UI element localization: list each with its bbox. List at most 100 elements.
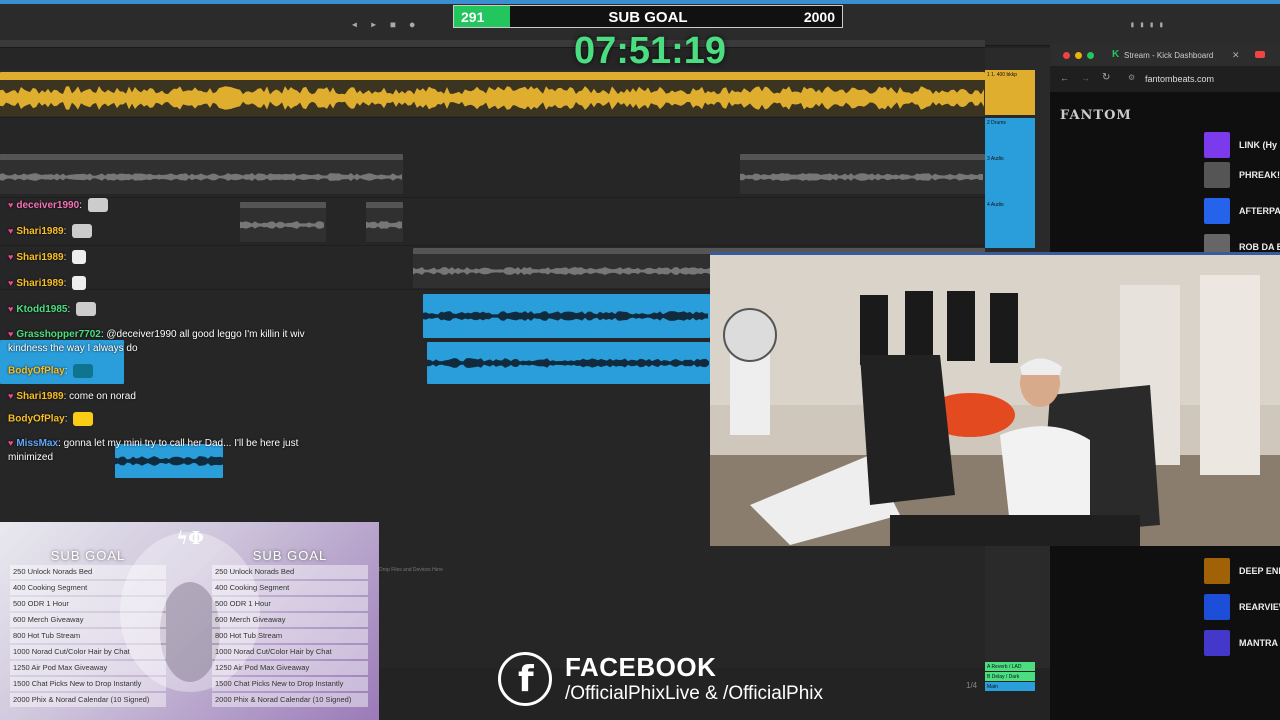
audio-clip-grey[interactable]: [740, 154, 985, 194]
browser-tab-bar: K Stream - Kick Dashboard ✕: [1050, 44, 1280, 66]
close-window-icon[interactable]: [1063, 52, 1070, 59]
artist-thumbnail: [1204, 558, 1230, 584]
heart-icon: ♥: [8, 391, 14, 401]
facebook-icon: f: [498, 652, 552, 706]
goal-item: 2000 Phix & Norad Calendar (10 Signed): [10, 693, 166, 707]
artist-item[interactable]: AFTERPA: [1204, 198, 1280, 224]
emote-icon: [72, 224, 93, 239]
page-indicator: 1/4: [966, 681, 978, 690]
close-tab-icon[interactable]: ✕: [1232, 50, 1240, 61]
arrangement-ruler[interactable]: [0, 40, 985, 48]
track-name: B Delay / Dark: [987, 674, 1020, 680]
artist-name: MANTRA: [1239, 638, 1278, 648]
chat-username: BodyOfPlay: [8, 365, 65, 377]
webcam-image: [710, 255, 1280, 546]
emote-icon: [72, 250, 87, 265]
sub-goal-target: 2000: [803, 9, 835, 25]
transport-controls[interactable]: ◀ ▶ ■ ●: [352, 20, 415, 29]
artist-name: REARVIEW: [1239, 602, 1280, 612]
facebook-banner: f FACEBOOK /OfficialPhixLive & /Official…: [498, 652, 898, 712]
stream-timer: 07:51:19: [573, 30, 727, 72]
chat-username: Shari1989: [16, 278, 64, 289]
audio-clip-main[interactable]: [0, 72, 985, 116]
heart-icon: ♥: [8, 226, 14, 236]
artist-item[interactable]: PHREAK!: [1204, 162, 1280, 188]
track-header-3[interactable]: 3 Audio: [985, 154, 1035, 200]
artist-name: PHREAK!: [1239, 170, 1280, 180]
sub-goal-bar: 291 SUB GOAL 2000: [453, 5, 843, 28]
artist-thumbnail: [1204, 630, 1230, 656]
chat-message: ♥ Shari1989:: [8, 276, 87, 291]
goal-item: 500 ODR 1 Hour: [212, 597, 368, 611]
address-bar[interactable]: ← → ↻ ⚙ fantombeats.com: [1050, 66, 1280, 92]
track-header-2[interactable]: 2 Drums: [985, 118, 1035, 154]
chat-username: Grasshopper7702: [16, 329, 101, 340]
facebook-handles: /OfficialPhixLive & /OfficialPhix: [565, 683, 824, 704]
track-header-1[interactable]: 1 1. 400 bkkp: [985, 70, 1035, 115]
site-info-icon[interactable]: ⚙: [1128, 73, 1135, 82]
return-track-b[interactable]: B Delay / Dark: [985, 672, 1035, 681]
audio-clip-grey[interactable]: [240, 202, 326, 242]
audio-clip-blue[interactable]: [423, 294, 710, 338]
track-lane-2[interactable]: [0, 154, 985, 198]
chat-username: Shari1989: [16, 391, 64, 402]
track-lane-1[interactable]: [0, 70, 985, 118]
stream-overlay: ◀ ▶ ■ ● ▮ ▮ ▮ ▮ Drop Files and Devices H…: [0, 0, 1280, 720]
goal-item: 250 Unlock Norads Bed: [10, 565, 166, 579]
audio-clip-grey[interactable]: [0, 154, 403, 194]
reload-icon[interactable]: ↻: [1102, 72, 1110, 83]
browser-tab-title[interactable]: Stream - Kick Dashboard: [1124, 51, 1213, 60]
chat-message: ♥ Shari1989:: [8, 250, 87, 265]
minimize-window-icon[interactable]: [1075, 52, 1082, 59]
audio-clip-grey[interactable]: [366, 202, 403, 242]
artist-item[interactable]: MANTRA: [1204, 630, 1280, 656]
youtube-tab-icon[interactable]: [1255, 51, 1265, 58]
goal-item: 400 Cooking Segment: [10, 581, 166, 595]
chat-username: Shari1989: [16, 226, 64, 237]
goal-heading: SUB GOAL: [50, 548, 126, 563]
chat-username: Shari1989: [16, 252, 64, 263]
maximize-window-icon[interactable]: [1087, 52, 1094, 59]
track-name: 2 Drums: [987, 120, 1006, 126]
chat-message: ♥ Ktodd1985:: [8, 302, 97, 317]
track-header-4[interactable]: 4 Audio: [985, 200, 1035, 248]
goal-list-left: SUB GOAL 250 Unlock Norads Bed 400 Cooki…: [10, 548, 166, 709]
track-lane-3[interactable]: [0, 200, 985, 246]
goal-item: 600 Merch Giveaway: [212, 613, 368, 627]
emote-icon: [72, 276, 87, 291]
goal-list-right: SUB GOAL 250 Unlock Norads Bed 400 Cooki…: [212, 548, 368, 709]
goal-item: 1250 Air Pod Max Giveaway: [10, 661, 166, 675]
goal-item: 600 Merch Giveaway: [10, 613, 166, 627]
return-track-a[interactable]: A Reverb / LAD: [985, 662, 1035, 671]
site-logo[interactable]: FANTOM: [1060, 108, 1132, 123]
artist-item[interactable]: REARVIEW: [1204, 594, 1280, 620]
heart-icon: ♥: [8, 200, 14, 210]
goal-item: 400 Cooking Segment: [212, 581, 368, 595]
main-track[interactable]: Main: [985, 682, 1035, 691]
heart-icon: ♥: [8, 252, 14, 262]
waveform: [0, 72, 985, 110]
heart-icon: ♥: [8, 329, 14, 339]
goal-item: 1000 Norad Cut/Color Hair by Chat: [212, 645, 368, 659]
artist-name: LINK (Hy: [1239, 140, 1277, 150]
artist-name: DEEP END: [1239, 566, 1280, 576]
sub-goal-panel: ϟΦ SUB GOAL 250 Unlock Norads Bed 400 Co…: [0, 522, 379, 720]
artist-item[interactable]: LINK (Hy: [1204, 132, 1280, 158]
goal-item: 1250 Air Pod Max Giveaway: [212, 661, 368, 675]
cpu-meter: ▮ ▮ ▮ ▮: [1130, 20, 1164, 29]
artist-name: ROB DA B: [1239, 242, 1280, 252]
window-accent-line: [0, 0, 1280, 4]
goal-item: 500 ODR 1 Hour: [10, 597, 166, 611]
audio-clip-blue[interactable]: [427, 342, 710, 384]
svg-text:ϟΦ: ϟΦ: [176, 528, 204, 549]
chat-message: BodyOfPlay:: [8, 412, 94, 427]
artist-thumbnail: [1204, 162, 1230, 188]
artist-item[interactable]: DEEP END: [1204, 558, 1280, 584]
url-field[interactable]: fantombeats.com: [1145, 74, 1214, 84]
track-name: 4 Audio: [987, 202, 1004, 208]
goal-heading: SUB GOAL: [252, 548, 328, 563]
heart-icon: ♥: [8, 304, 14, 314]
emote-icon: [87, 198, 108, 213]
back-icon[interactable]: ←: [1060, 73, 1069, 83]
forward-icon[interactable]: →: [1081, 73, 1090, 83]
